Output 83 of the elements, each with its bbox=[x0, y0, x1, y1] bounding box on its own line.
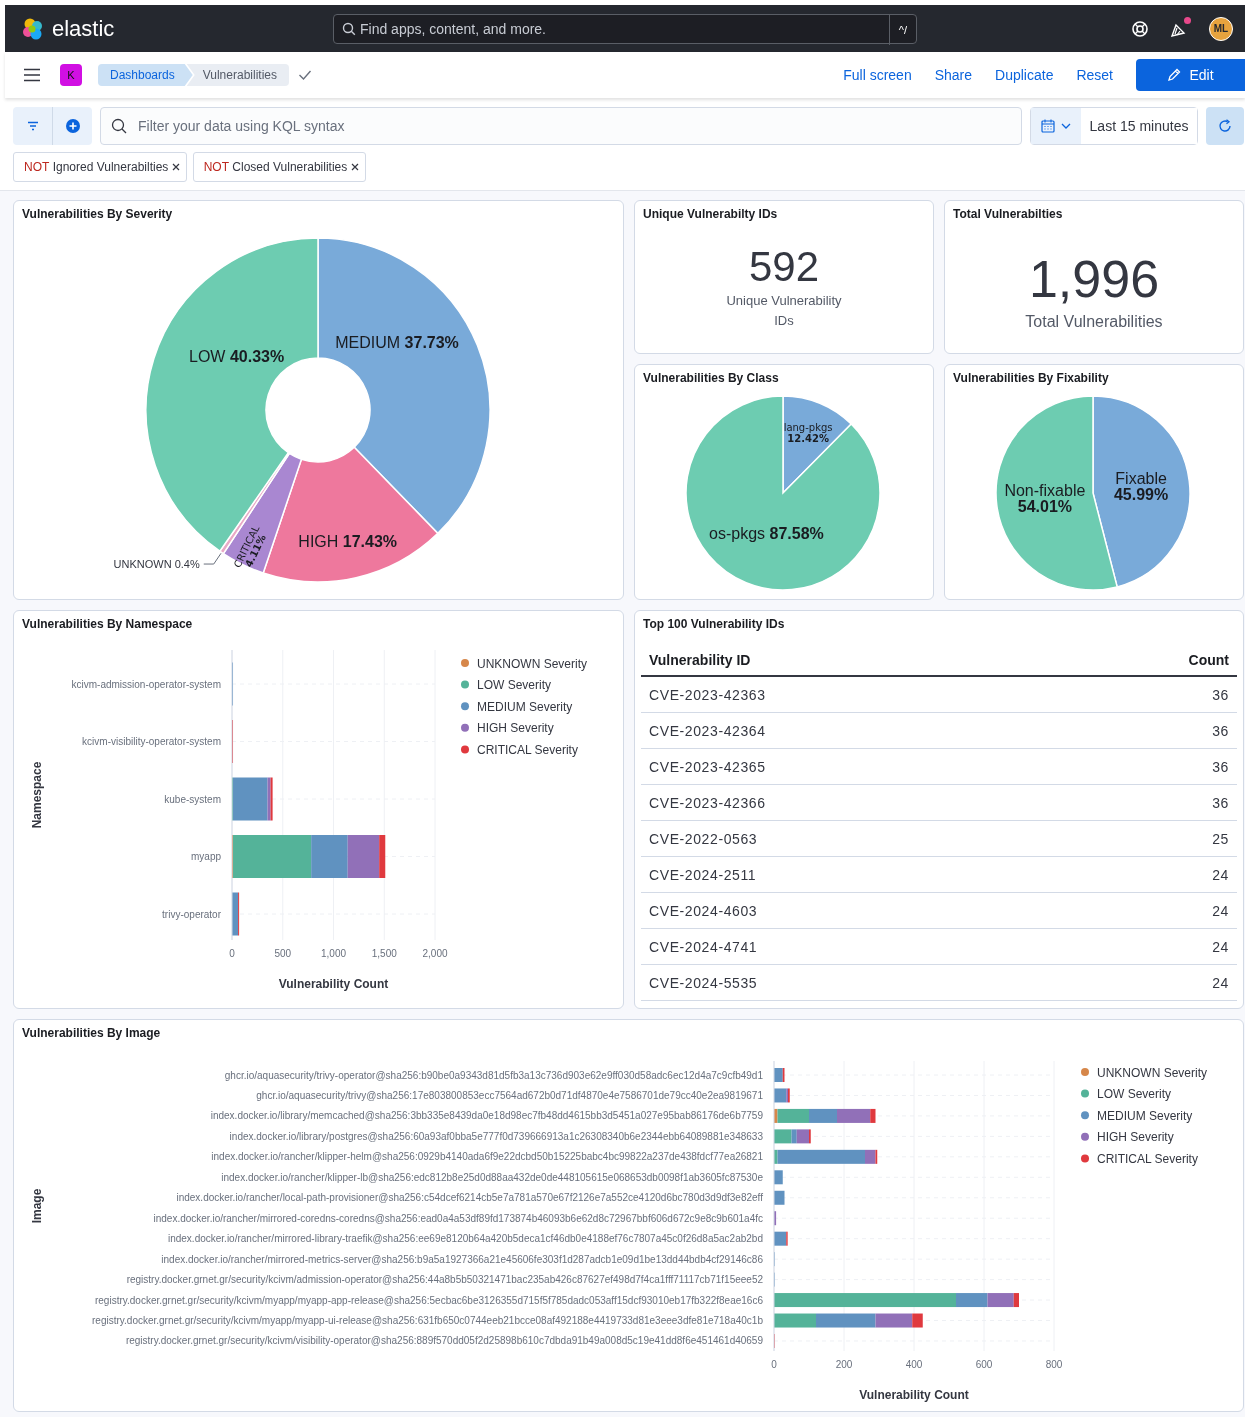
legend-label: LOW Severity bbox=[1097, 1087, 1171, 1102]
axis-category-label: registry.docker.grnet.gr/security/kcivm/admission-operator@sha256:44a8b5b50321471bac235ab426c87627ef498d7f4ca1fff71117cb71f15eee52 bbox=[126, 1274, 763, 1286]
legend-label: CRITICAL Severity bbox=[477, 742, 578, 757]
axis-category-label: myapp bbox=[191, 851, 221, 862]
legend-label: UNKNOWN Severity bbox=[1097, 1065, 1207, 1080]
table-cell-text: 36 bbox=[1211, 722, 1229, 739]
table-cell-text: CVE-2024-2511 bbox=[649, 866, 758, 883]
table-cell-text: CVE-2023-42363 bbox=[649, 686, 767, 703]
slice-label: Non-fixable 54.01% bbox=[1004, 482, 1086, 516]
axis-title: Vulnerability Count bbox=[278, 977, 389, 991]
table-cell-text: CVE-2024-5535 bbox=[649, 974, 759, 991]
axis-tick-label: 1,000 bbox=[321, 948, 346, 959]
legend-label: LOW Severity bbox=[477, 678, 551, 693]
axis-title: Namespace bbox=[30, 761, 44, 829]
axis-category-label: ghcr.io/aquasecurity/trivy@sha256:17e803800853ecc7564ad672b0d71df4870e4e7586701de79cc40e2ea9819671 bbox=[256, 1089, 763, 1101]
panel-title: Vulnerabilities By Namespace bbox=[21, 616, 194, 633]
axis-category-label: index.docker.io/rancher/mirrored-coredns-coredns@sha256:ead0a4a53df89fd173874b46093b6e62d8c72967bbf606d672c9e8c9b601a4fc bbox=[153, 1212, 763, 1224]
metric-value: 592 bbox=[748, 243, 820, 291]
panel-title: Vulnerabilities By Fixability bbox=[952, 370, 1110, 387]
axis-title: Vulnerability Count bbox=[859, 1388, 969, 1402]
panel-title: Unique Vulnerabilty IDs bbox=[642, 206, 779, 223]
axis-tick-label: 400 bbox=[905, 1359, 923, 1370]
slice-label: Fixable 45.99% bbox=[1114, 469, 1169, 503]
axis-tick-label: 800 bbox=[1045, 1359, 1063, 1370]
metric-label: Total Vulnerabilities bbox=[1025, 313, 1163, 331]
axis-category-label: kube-system bbox=[164, 793, 221, 805]
axis-category-label: index.docker.io/rancher/klipper-lb@sha256:edc812b8e25d0d88aa432de0de448105615e068653db0098f1ab3605fc87530e bbox=[221, 1171, 763, 1183]
axis-category-label: registry.docker.grnet.gr/security/kcivm/visibility-operator@sha256:889f570dd05f2d25898b610c7dbda91b49a008d5c19e41dd8f6e451461d40659 bbox=[125, 1335, 763, 1347]
axis-category-label: index.docker.io/rancher/local-path-provisioner@sha256:c54dcef6214cb5e7a781a570e67f2126e7a552ce4120d6bc780d3d9df3e82eff bbox=[176, 1192, 763, 1204]
legend-label: HIGH Severity bbox=[1097, 1130, 1174, 1145]
axis-tick-label: 500 bbox=[274, 948, 292, 959]
panel-title: Vulnerabilities By Class bbox=[642, 370, 780, 387]
axis-category-label: kcivm-admission-operator-system bbox=[71, 678, 221, 690]
panel-title: Total Vulnerabilties bbox=[952, 206, 1064, 223]
table-cell-text: 24 bbox=[1211, 902, 1229, 919]
legend-label: CRITICAL Severity bbox=[1097, 1151, 1198, 1166]
table-cell-text: 25 bbox=[1211, 830, 1229, 847]
axis-category-label: index.docker.io/rancher/mirrored-library-traefik@sha256:ee69e8120b64a420b5deca1cf46db0e4188ef76c7807a45c0f26d8a5ac2ab2bd bbox=[167, 1233, 763, 1245]
slice-label: LOW 40.33% bbox=[189, 347, 285, 365]
axis-title: Image bbox=[30, 1188, 44, 1224]
axis-category-label: kcivm-visibility-operator-system bbox=[82, 736, 221, 747]
table-cell-text: CVE-2022-0563 bbox=[649, 830, 759, 847]
table-cell-text: 24 bbox=[1211, 938, 1229, 955]
table-cell-text: 24 bbox=[1211, 866, 1229, 883]
axis-category-label: registry.docker.grnet.gr/security/kcivm/myapp/myapp-app-release@sha256:5ecbac6be3126355d715f5f785dadc053aff15dcf93010eb17fb322f8eae16c6 bbox=[94, 1294, 763, 1306]
slice-label: HIGH 17.43% bbox=[298, 532, 398, 550]
axis-tick-label: 200 bbox=[835, 1359, 853, 1370]
axis-category-label: index.docker.io/library/memcached@sha256:3bb335e8439da0e18d98ec7fb48dd4615bb3d5451a027e95bab86176de6b7759 bbox=[210, 1110, 763, 1122]
table-cell-text: 36 bbox=[1211, 758, 1229, 775]
table-cell-text: CVE-2023-42364 bbox=[649, 722, 767, 739]
slice-label: os-pkgs 87.58% bbox=[709, 525, 824, 543]
legend-label: UNKNOWN Severity bbox=[477, 656, 587, 671]
metric-label: Unique Vulnerability IDs bbox=[725, 292, 843, 330]
shortcut-key: ^/ bbox=[888, 14, 916, 45]
table-cell-text: 36 bbox=[1211, 794, 1229, 811]
legend-label: MEDIUM Severity bbox=[1097, 1108, 1193, 1123]
table-cell-text: 36 bbox=[1211, 686, 1229, 703]
legend-label: HIGH Severity bbox=[477, 721, 554, 736]
axis-category-label: index.docker.io/rancher/klipper-helm@sha256:0929b4140ada6f9e22dcbd50b15225babc4bc99822a237de438fdcf77ea26821 bbox=[211, 1151, 763, 1163]
slice-label: MEDIUM 37.73% bbox=[335, 333, 459, 351]
axis-category-label: index.docker.io/rancher/mirrored-metrics-server@sha256:b9a5a1927366a21e45606fe303f1d287adcb1e09d1be13dd44bdb4cf29146c86 bbox=[161, 1253, 763, 1265]
table-cell-text: CVE-2023-42365 bbox=[649, 758, 767, 775]
slice-label: UNKNOWN 0.4% bbox=[113, 558, 200, 571]
axis-category-label: index.docker.io/library/postgres@sha256:60a93af0bba5e777f0d739666913a1c26308340b6e2344ebb64089881e348633 bbox=[229, 1130, 763, 1142]
panel-title: Vulnerabilities By Severity bbox=[21, 206, 174, 223]
slice-label: lang-pkgs 12.42% bbox=[783, 422, 833, 444]
axis-tick-label: 0 bbox=[771, 1359, 777, 1370]
axis-tick-label: 1,500 bbox=[371, 948, 397, 959]
table-cell-text: CVE-2024-4741 bbox=[649, 938, 759, 955]
panel-title: Vulnerabilities By Image bbox=[21, 1025, 162, 1042]
table-cell-text: CVE-2024-4603 bbox=[649, 902, 759, 919]
table-cell-text: 24 bbox=[1211, 974, 1229, 991]
axis-category-label: ghcr.io/aquasecurity/trivy-operator@sha256:b90be0a9343d81d5fb3a13c736d903e62e9ff030d58adc6ec12d4a7c9cfb49d1 bbox=[224, 1069, 763, 1081]
axis-tick-label: 0 bbox=[229, 948, 235, 959]
table-cell-text: CVE-2023-42366 bbox=[649, 794, 767, 811]
axis-category-label: registry.docker.grnet.gr/security/kcivm/myapp/myapp-ui-release@sha256:631fb650c0744eeb21bcce08af492188e4419733d81e3eee3dfe81e718a40c1b bbox=[92, 1315, 763, 1326]
axis-tick-label: 2,000 bbox=[422, 948, 448, 959]
axis-category-label: trivy-operator bbox=[162, 908, 221, 920]
metric-value: 1,996 bbox=[1028, 249, 1160, 309]
legend-label: MEDIUM Severity bbox=[477, 699, 573, 714]
axis-tick-label: 600 bbox=[975, 1359, 993, 1370]
panel-title: Top 100 Vulnerability IDs bbox=[642, 616, 786, 633]
logo-text: elastic bbox=[52, 15, 115, 42]
